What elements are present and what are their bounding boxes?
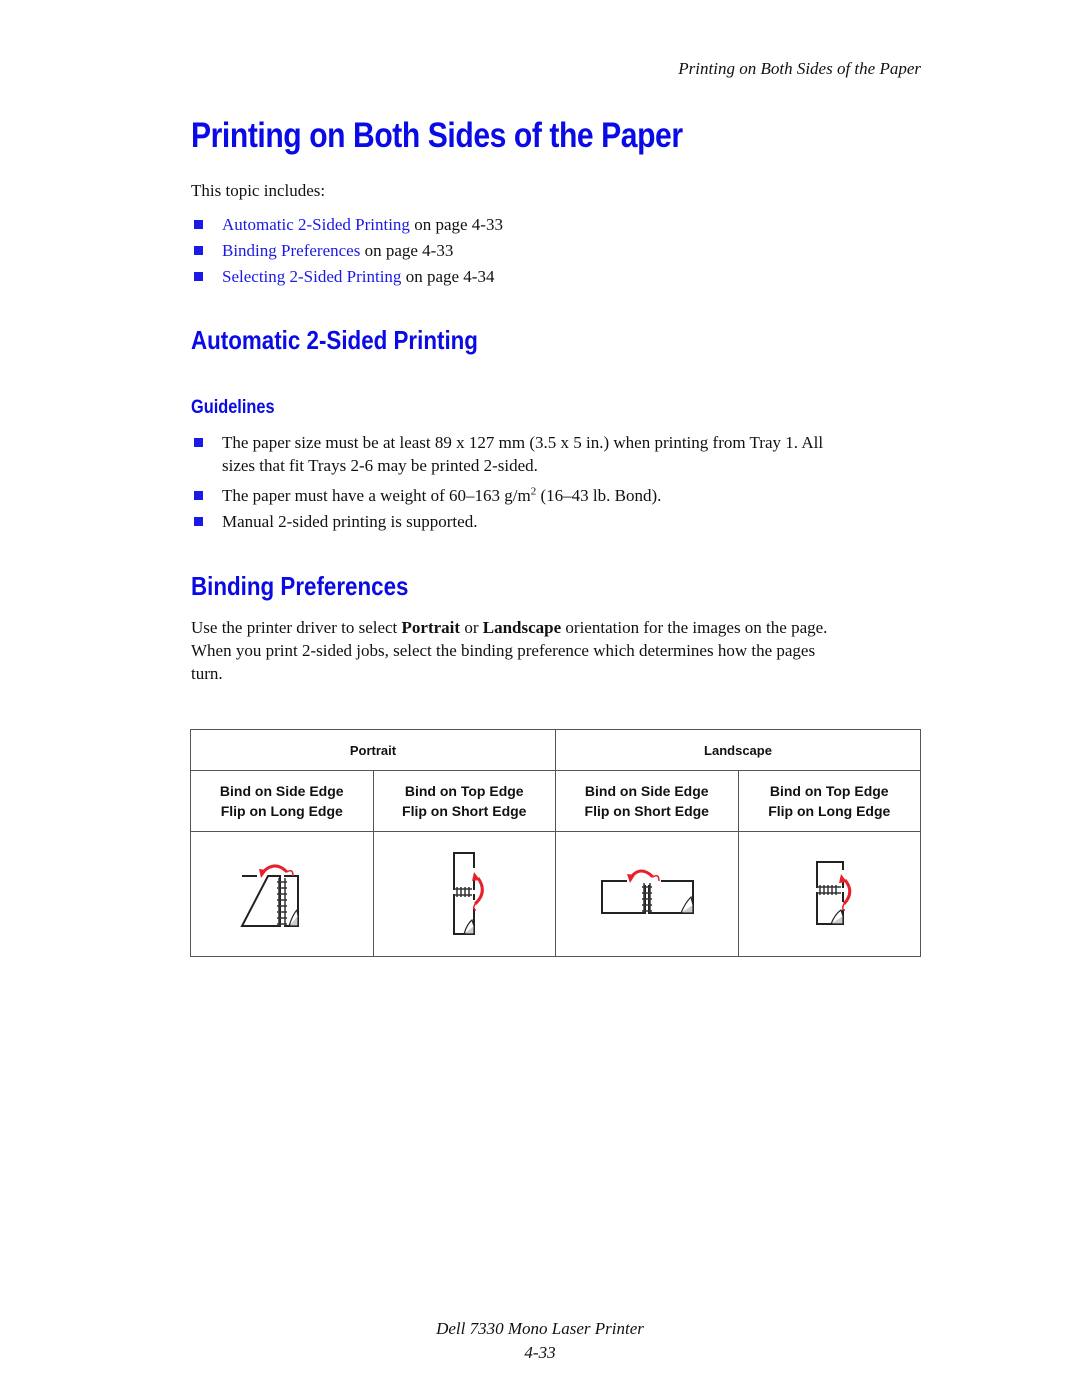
- table-cell: [555, 831, 739, 957]
- table-header-row: Portrait Landscape: [190, 729, 921, 771]
- para-bold-landscape: Landscape: [482, 618, 562, 637]
- flip-label: Flip on Long Edge: [220, 803, 343, 819]
- portrait-side-bind-icon: [240, 864, 299, 927]
- toc-link-binding[interactable]: Binding Preferences: [222, 241, 360, 260]
- flip-label: Flip on Short Edge: [584, 803, 709, 819]
- guideline-item: Manual 2-sided printing is supported.: [191, 510, 823, 533]
- para-text: orientation for the images on the page.: [561, 618, 828, 637]
- bullet-square-icon: [194, 517, 203, 526]
- toc-item: Selecting 2-Sided Printing on page 4-34: [191, 265, 503, 288]
- bullet-square-icon: [194, 220, 203, 229]
- bind-label: Bind on Side Edge: [219, 783, 344, 799]
- section-heading-automatic: Automatic 2-Sided Printing: [191, 325, 478, 355]
- para-text: or: [460, 618, 483, 637]
- subheading-guidelines: Guidelines: [191, 397, 275, 418]
- guideline-text: The paper size must be at least 89 x 127…: [222, 433, 824, 452]
- footer-page-number: 4-33: [524, 1343, 556, 1362]
- bind-label: Bind on Top Edge: [769, 783, 889, 799]
- bullet-square-icon: [194, 272, 203, 281]
- section-heading-binding: Binding Preferences: [191, 571, 409, 601]
- toc-page-ref: on page 4-33: [409, 215, 503, 234]
- table-cell: Bind on Top Edge Flip on Long Edge: [737, 770, 921, 832]
- guideline-item: The paper size must be at least 89 x 127…: [191, 431, 823, 477]
- binding-table: Portrait Landscape Bind on Side Edge Flip…: [190, 729, 921, 957]
- bullet-square-icon: [194, 438, 203, 447]
- landscape-top-bind-icon: [816, 860, 852, 925]
- flip-label: Flip on Short Edge: [402, 803, 527, 819]
- para-text: turn.: [191, 664, 223, 683]
- bind-label: Bind on Side Edge: [584, 783, 709, 799]
- footer-product: Dell 7330 Mono Laser Printer: [436, 1319, 644, 1338]
- portrait-top-bind-icon: [453, 851, 485, 935]
- table-cell: [372, 831, 556, 957]
- bullet-square-icon: [194, 246, 203, 255]
- toc-link-selecting[interactable]: Selecting 2-Sided Printing: [222, 267, 401, 286]
- header-portrait: Portrait: [190, 729, 556, 771]
- bullet-square-icon: [194, 491, 203, 500]
- para-bold-portrait: Portrait: [401, 618, 461, 637]
- guidelines-list: The paper size must be at least 89 x 127…: [191, 431, 823, 533]
- guideline-text: sizes that fit Trays 2-6 may be printed …: [222, 456, 538, 475]
- guideline-text: Manual 2-sided printing is supported.: [222, 512, 478, 531]
- intro-text: This topic includes:: [191, 181, 326, 200]
- toc-page-ref: on page 4-34: [401, 267, 495, 286]
- para-text: Use the printer driver to select: [191, 618, 402, 637]
- bind-label: Bind on Top Edge: [404, 783, 524, 799]
- flip-label: Flip on Long Edge: [768, 803, 891, 819]
- table-row: [190, 831, 921, 957]
- table-cell: Bind on Side Edge Flip on Short Edge: [555, 770, 739, 832]
- binding-paragraph: Use the printer driver to select Portrai…: [191, 616, 827, 685]
- table-cell: [737, 831, 921, 957]
- table-cell: [190, 831, 374, 957]
- toc-page-ref: on page 4-33: [360, 241, 454, 260]
- para-text: When you print 2-sided jobs, select the …: [191, 641, 816, 660]
- guideline-text: (16–43 lb. Bond).: [536, 486, 662, 505]
- table-cell: Bind on Top Edge Flip on Short Edge: [372, 770, 556, 832]
- toc-item: Binding Preferences on page 4-33: [191, 239, 503, 262]
- landscape-side-bind-icon: [600, 869, 694, 914]
- toc-link-automatic[interactable]: Automatic 2-Sided Printing: [222, 215, 410, 234]
- toc-item: Automatic 2-Sided Printing on page 4-33: [191, 213, 503, 236]
- running-head: Printing on Both Sides of the Paper: [678, 59, 921, 78]
- page-title: Printing on Both Sides of the Paper: [191, 116, 683, 155]
- header-landscape: Landscape: [555, 729, 921, 771]
- guideline-item: The paper must have a weight of 60–163 g…: [191, 484, 823, 507]
- toc-list: Automatic 2-Sided Printing on page 4-33 …: [191, 213, 503, 288]
- table-row: Bind on Side Edge Flip on Long Edge Bind …: [190, 770, 921, 832]
- guideline-text: The paper must have a weight of 60–163 g…: [222, 486, 531, 505]
- table-cell: Bind on Side Edge Flip on Long Edge: [190, 770, 374, 832]
